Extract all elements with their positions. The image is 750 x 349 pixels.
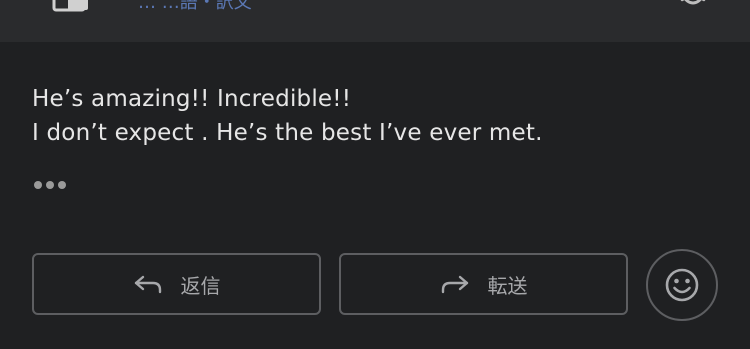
top-bar: … …語・訳文 bbox=[0, 0, 750, 42]
dot bbox=[46, 181, 54, 189]
gear-icon[interactable] bbox=[676, 0, 710, 14]
forward-label: 転送 bbox=[487, 273, 528, 298]
dot bbox=[34, 181, 42, 189]
more-dots-icon[interactable] bbox=[34, 178, 70, 192]
smiley-icon bbox=[665, 268, 699, 302]
emoji-reaction-button[interactable] bbox=[646, 249, 718, 321]
reply-button[interactable]: 返信 bbox=[32, 253, 321, 315]
dot bbox=[58, 181, 66, 189]
reply-label: 返信 bbox=[180, 273, 221, 298]
forward-button[interactable]: 転送 bbox=[339, 253, 628, 315]
forward-arrow-icon bbox=[441, 275, 468, 294]
reply-arrow-icon bbox=[134, 275, 161, 294]
message-body: He’s amazing!! Incredible!! I don’t expe… bbox=[32, 82, 722, 150]
header-text: … …語・訳文 bbox=[138, 0, 252, 13]
app-icon[interactable] bbox=[50, 0, 92, 12]
message-line-1: He’s amazing!! Incredible!! bbox=[32, 86, 352, 112]
message-line-2: I don’t expect . He’s the best I’ve ever… bbox=[32, 120, 543, 146]
